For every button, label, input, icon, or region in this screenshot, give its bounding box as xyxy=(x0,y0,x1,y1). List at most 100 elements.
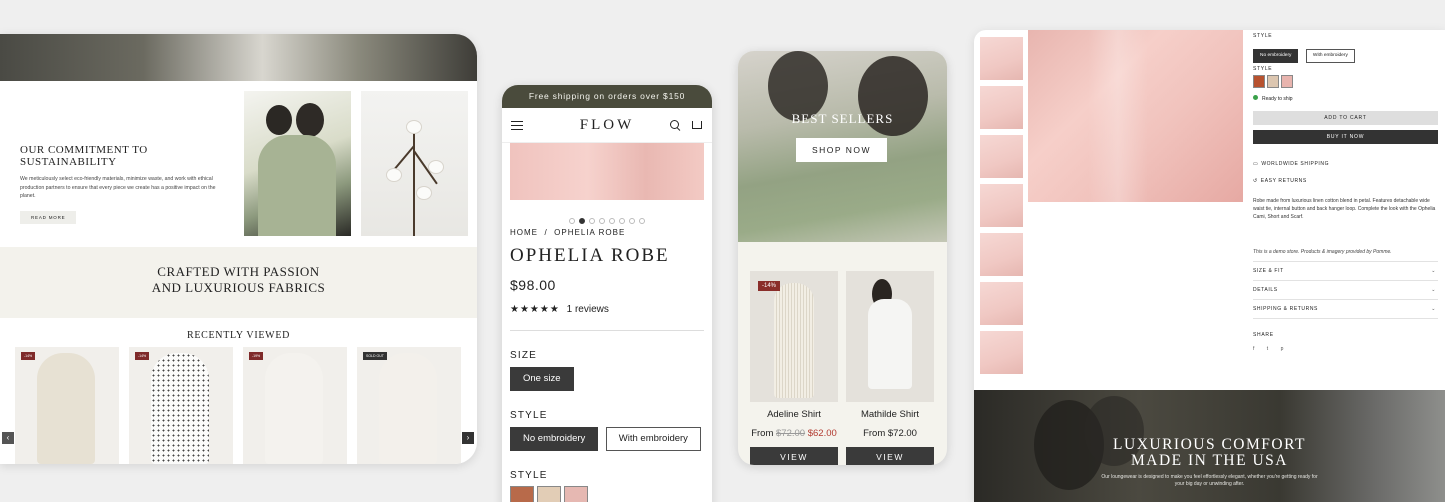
shop-now-button[interactable]: SHOP NOW xyxy=(796,138,887,162)
style-option-no-embroidery[interactable]: No embroidery xyxy=(510,427,599,451)
recent-product-card[interactable]: -19% xyxy=(243,347,347,464)
product-thumbnail[interactable] xyxy=(980,135,1023,178)
size-options: One size xyxy=(510,367,704,391)
product-thumbnail[interactable] xyxy=(980,331,1023,374)
carousel-dot[interactable] xyxy=(609,218,615,224)
product-description: Robe made from luxurious linen cotton bl… xyxy=(1253,198,1436,220)
truck-icon: ▭ xyxy=(1253,161,1259,167)
style-swatch[interactable] xyxy=(1281,75,1293,88)
chevron-down-icon: ⌄ xyxy=(1431,306,1436,312)
discount-badge: -14% xyxy=(21,352,36,360)
star-icons: ★★★★★ xyxy=(510,304,560,315)
style-swatches xyxy=(510,486,704,502)
breadcrumb-home[interactable]: HOME xyxy=(510,228,538,237)
cotton-boll xyxy=(417,187,431,199)
product-details-panel: STYLE No embroidery With embroidery STYL… xyxy=(1253,30,1438,354)
sold-out-badge: SOLD OUT xyxy=(363,352,387,360)
cart-icon[interactable] xyxy=(692,121,702,129)
accordion-shipping-returns[interactable]: SHIPPING & RETURNS ⌄ xyxy=(1253,300,1438,319)
discount-badge: -19% xyxy=(249,352,264,360)
store-logo[interactable]: FLOW xyxy=(502,117,712,134)
cotton-boll xyxy=(387,169,401,181)
view-button[interactable]: VIEW xyxy=(846,447,934,465)
accordion-details[interactable]: DETAILS ⌄ xyxy=(1253,281,1438,300)
models-image xyxy=(244,91,351,236)
accordion-size-fit[interactable]: SIZE & FIT ⌄ xyxy=(1253,262,1438,281)
feature-shipping: ▭ WORLDWIDE SHIPPING xyxy=(1253,161,1438,167)
striped-shirt xyxy=(774,283,814,398)
search-icon[interactable] xyxy=(670,120,679,129)
product-title: OPHELIA ROBE xyxy=(510,245,670,266)
feature-text: EASY RETURNS xyxy=(1260,178,1307,184)
style-swatch[interactable] xyxy=(1253,75,1265,88)
carousel-dot-active[interactable] xyxy=(579,218,585,224)
accordion-list: SIZE & FIT ⌄ DETAILS ⌄ SHIPPING & RETURNS ⌄ xyxy=(1253,261,1438,319)
stock-text: Ready to ship xyxy=(1262,96,1293,102)
chevron-down-icon: ⌄ xyxy=(1431,268,1436,274)
product-image xyxy=(510,143,704,200)
carousel-dot[interactable] xyxy=(629,218,635,224)
twitter-icon[interactable]: t xyxy=(1267,346,1268,352)
product-name[interactable]: Mathilde Shirt xyxy=(846,409,934,420)
white-shirt xyxy=(868,299,912,389)
product-name[interactable]: Adeline Shirt xyxy=(750,409,838,420)
carousel-next-button[interactable]: › xyxy=(462,432,474,444)
style-option-with-embroidery[interactable]: With embroidery xyxy=(605,427,701,451)
style-swatch-label: STYLE xyxy=(510,470,548,481)
pinterest-icon[interactable]: p xyxy=(1281,346,1284,352)
product-thumbnail[interactable] xyxy=(980,37,1023,80)
product-thumbnail[interactable] xyxy=(980,233,1023,276)
style-swatch-label: STYLE xyxy=(1253,66,1273,72)
cotton-image xyxy=(361,91,468,236)
desktop-product-screen: STYLE No embroidery With embroidery STYL… xyxy=(974,30,1445,502)
style-options: No embroidery With embroidery xyxy=(1253,43,1438,63)
bestsellers-title: BEST SELLERS xyxy=(791,111,894,126)
recent-product-card[interactable]: -14% xyxy=(15,347,119,464)
style-swatch[interactable] xyxy=(510,486,534,502)
divider xyxy=(510,330,704,331)
style-option-with-embroidery[interactable]: With embroidery xyxy=(1305,49,1355,63)
carousel-dots xyxy=(502,211,712,224)
review-count[interactable]: 1 reviews xyxy=(567,304,609,315)
style-swatch[interactable] xyxy=(1267,75,1279,88)
stock-status: Ready to ship xyxy=(1253,95,1438,103)
carousel-prev-button[interactable]: ‹ xyxy=(2,432,14,444)
style-swatch[interactable] xyxy=(564,486,588,502)
feature-returns: ↺ EASY RETURNS xyxy=(1253,178,1438,184)
price-prefix: From xyxy=(751,428,774,439)
style-swatch[interactable] xyxy=(537,486,561,502)
carousel-dot[interactable] xyxy=(619,218,625,224)
comfort-banner: LUXURIOUS COMFORT MADE IN THE USA Our lo… xyxy=(974,390,1445,502)
breadcrumb: HOME / OPHELIA ROBE xyxy=(510,228,704,237)
carousel-dot[interactable] xyxy=(589,218,595,224)
add-to-cart-button[interactable]: ADD TO CART xyxy=(1253,111,1438,125)
read-more-button[interactable]: READ MORE xyxy=(20,210,77,224)
recent-product-card[interactable]: -14% xyxy=(129,347,233,464)
product-image xyxy=(151,353,209,464)
style-label: STYLE xyxy=(1253,33,1273,39)
comfort-title: LUXURIOUS COMFORT MADE IN THE USA xyxy=(1113,436,1306,469)
share-icons: f t p xyxy=(1253,346,1438,354)
comfort-subtitle: Our loungewear is designed to make you f… xyxy=(1101,474,1318,487)
product-thumbnail[interactable] xyxy=(980,282,1023,325)
price: $72.00 xyxy=(887,428,917,439)
discount-badge: -14% xyxy=(135,352,150,360)
carousel-dot[interactable] xyxy=(569,218,575,224)
buy-now-button[interactable]: BUY IT NOW xyxy=(1253,130,1438,144)
style-label: STYLE xyxy=(510,410,548,421)
product-card-mathilde[interactable]: Mathilde Shirt From $72.00 VIEW xyxy=(846,271,934,465)
product-thumbnail[interactable] xyxy=(980,184,1023,227)
view-button[interactable]: VIEW xyxy=(750,447,838,465)
style-option-no-embroidery[interactable]: No embroidery xyxy=(1253,49,1299,63)
model-hair-2 xyxy=(296,103,324,137)
product-card-adeline[interactable]: -14% Adeline Shirt From $72.00 $62.00 VI… xyxy=(750,271,838,465)
facebook-icon[interactable]: f xyxy=(1253,346,1254,352)
recent-product-card[interactable]: SOLD OUT xyxy=(357,347,461,464)
cotton-boll xyxy=(429,161,443,173)
carousel-dot[interactable] xyxy=(599,218,605,224)
product-thumbnail[interactable] xyxy=(980,86,1023,129)
size-option-one-size[interactable]: One size xyxy=(510,367,574,391)
phone-bestsellers-screen: BEST SELLERS SHOP NOW -14% Adeline Shirt… xyxy=(738,51,947,465)
tablet-screen: OUR COMMITMENT TO SUSTAINABILITY We meti… xyxy=(0,34,477,464)
carousel-dot[interactable] xyxy=(639,218,645,224)
